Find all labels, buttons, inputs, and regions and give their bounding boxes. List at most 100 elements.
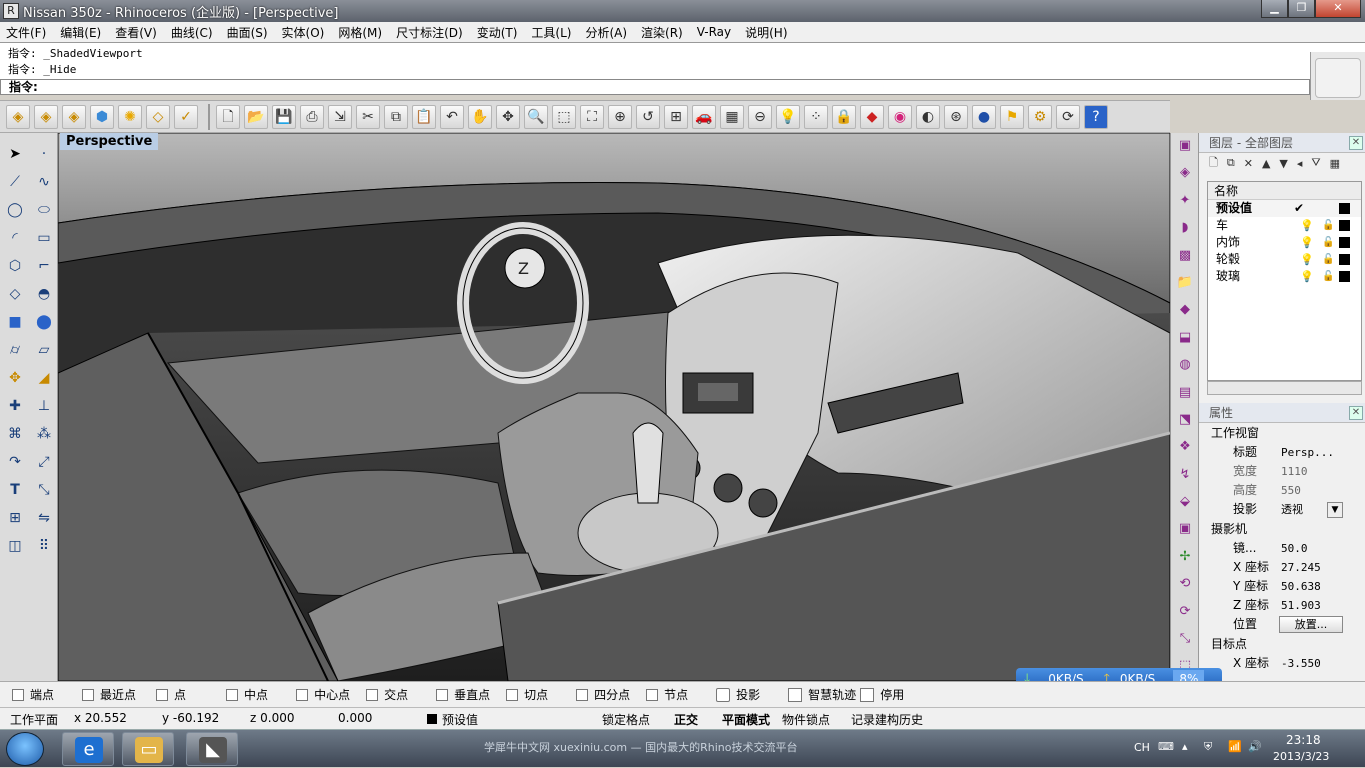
options-gear-icon[interactable]: ⚙ [1028,104,1052,129]
dimension-icon[interactable]: ⤡ [32,479,56,503]
move-icon[interactable]: ✚ [3,395,27,419]
layer-color-swatch[interactable] [1339,220,1350,231]
undo-view-icon[interactable]: ↺ [636,104,660,129]
new-layer-icon[interactable]: 🗋 [1209,154,1218,173]
move-down-icon[interactable]: ▼ [1279,157,1287,170]
open-file-icon[interactable]: 📂 [244,104,268,129]
menu-surface[interactable]: 曲面(S) [227,24,268,41]
record-history-toggle[interactable]: 记录建构历史 [851,711,923,728]
history-icon[interactable]: ⟳ [1056,104,1080,129]
property-value[interactable]: Persp... [1281,443,1349,462]
help-icon[interactable]: ? [1084,104,1108,129]
checkbox[interactable] [156,688,169,701]
osnap-project[interactable]: 投影 [716,686,760,703]
select-check-icon[interactable]: ✓ [174,104,198,129]
zoom-selected-icon[interactable]: ⊕ [608,104,632,129]
new-sublayer-icon[interactable]: ⧉ [1227,156,1235,170]
cut-icon[interactable]: ✂ [356,104,380,129]
menu-mesh[interactable]: 网格(M) [338,24,382,41]
shade-icon[interactable]: ◐ [916,104,940,129]
array-icon[interactable]: ⊞ [3,507,27,531]
osnap-end[interactable]: 端点 [12,686,54,703]
render-icon[interactable]: ⚑ [1000,104,1024,129]
explode-icon[interactable]: ⁂ [32,423,56,447]
join-icon[interactable]: ⌘ [3,423,27,447]
select-surfaces-icon[interactable]: ◈ [62,104,86,129]
checkbox[interactable] [506,688,519,701]
layer-row[interactable]: 内饰 💡 🔓 [1208,234,1361,251]
points-on-icon[interactable]: ⁘ [804,104,828,129]
close-button[interactable]: ✕ [1315,0,1361,18]
property-value[interactable]: 27.245 [1281,558,1349,577]
circle-icon[interactable]: ◯ [3,199,27,223]
light-bulb-icon[interactable]: 💡 [776,104,800,129]
zoom-icon[interactable]: 🔍 [524,104,548,129]
clock-date[interactable]: 2013/3/23 [1273,750,1329,763]
checkbox[interactable] [788,687,803,702]
rotate-icon[interactable]: ↷ [3,451,27,475]
menu-vray[interactable]: V-Ray [697,25,731,39]
property-value[interactable]: 51.903 [1281,596,1349,615]
grid-icon[interactable]: ⠿ [32,535,56,559]
layer-color-swatch[interactable] [1339,254,1350,265]
curve-icon[interactable]: ∿ [32,171,56,195]
polygon-icon[interactable]: ⬡ [3,255,27,279]
filter-icon[interactable]: ⛛ [1311,156,1320,170]
osnap-intersection[interactable]: 交点 [366,686,408,703]
cplane-icon[interactable]: ▦ [720,104,744,129]
checkbox[interactable] [436,688,449,701]
render-sphere-icon[interactable]: ● [972,104,996,129]
print-icon[interactable]: ⎙ [300,104,324,129]
command-scrollbar[interactable] [1310,52,1365,100]
light-bulb-icon[interactable]: 💡 [1300,268,1314,285]
osnap-mid[interactable]: 中点 [226,686,268,703]
menu-curve[interactable]: 曲线(C) [171,24,213,41]
property-value[interactable]: 50.0 [1281,539,1349,558]
project-icon[interactable]: ⤡ [1174,629,1196,651]
place-camera-button[interactable]: 放置... [1279,616,1343,633]
checkbox[interactable] [12,688,24,701]
layer-row[interactable]: 轮毂 💡 🔓 [1208,251,1361,268]
delete-layer-icon[interactable]: ✕ [1244,157,1253,170]
checkbox[interactable] [82,688,95,701]
cplane-label[interactable]: 工作平面 [10,711,58,728]
blend-icon[interactable]: ❖ [1174,437,1196,459]
osnap-near[interactable]: 最近点 [82,686,136,703]
property-value[interactable]: -3.550 [1281,654,1349,673]
menu-help[interactable]: 说明(H) [745,24,787,41]
checkbox[interactable] [366,688,379,701]
layer-row[interactable]: 车 💡 🔓 [1208,217,1361,234]
menu-render[interactable]: 渲染(R) [641,24,683,41]
ellipse-icon[interactable]: ⬭ [32,199,56,223]
taskbar-ie[interactable]: e [62,732,114,766]
point-icon[interactable]: · [32,143,56,167]
menu-edit[interactable]: 编辑(E) [60,24,101,41]
layer-color-swatch[interactable] [1339,203,1350,214]
select-curves-icon[interactable]: ◈ [34,104,58,129]
set-view-icon[interactable]: ⊖ [748,104,772,129]
taskbar-explorer[interactable]: ▭ [122,732,174,766]
osnap-tangent[interactable]: 切点 [506,686,548,703]
layer-color-swatch[interactable] [1339,237,1350,248]
unlock-icon[interactable]: 🔓 [1322,251,1334,268]
osnap-point[interactable]: 点 [156,686,186,703]
sweep-icon[interactable]: ⬔ [1174,410,1196,432]
patch-icon[interactable]: ◆ [1174,300,1196,322]
unlock-icon[interactable]: 🔓 [1322,217,1334,234]
wireframe-sphere-icon[interactable]: ⊛ [944,104,968,129]
checkbox[interactable] [860,687,875,702]
osnap-disable[interactable]: 停用 [860,686,904,703]
menu-analyze[interactable]: 分析(A) [585,24,627,41]
folder-icon[interactable]: 📁 [1174,273,1196,295]
deform-icon[interactable]: ✦ [1174,191,1196,213]
network-signal-icon[interactable]: 📶 [1228,740,1242,753]
osnap-knot[interactable]: 节点 [646,686,688,703]
pan-hand-icon[interactable]: ✋ [468,104,492,129]
checkbox[interactable] [716,687,731,702]
light-bulb-icon[interactable]: 💡 [1300,251,1314,268]
property-value[interactable]: 50.638 [1281,577,1349,596]
save-file-icon[interactable]: 💾 [272,104,296,129]
maximize-button[interactable]: ❐ [1288,0,1315,18]
perspective-viewport[interactable]: Perspective Z [58,133,1170,681]
plane-icon[interactable]: ▱ [32,339,56,363]
